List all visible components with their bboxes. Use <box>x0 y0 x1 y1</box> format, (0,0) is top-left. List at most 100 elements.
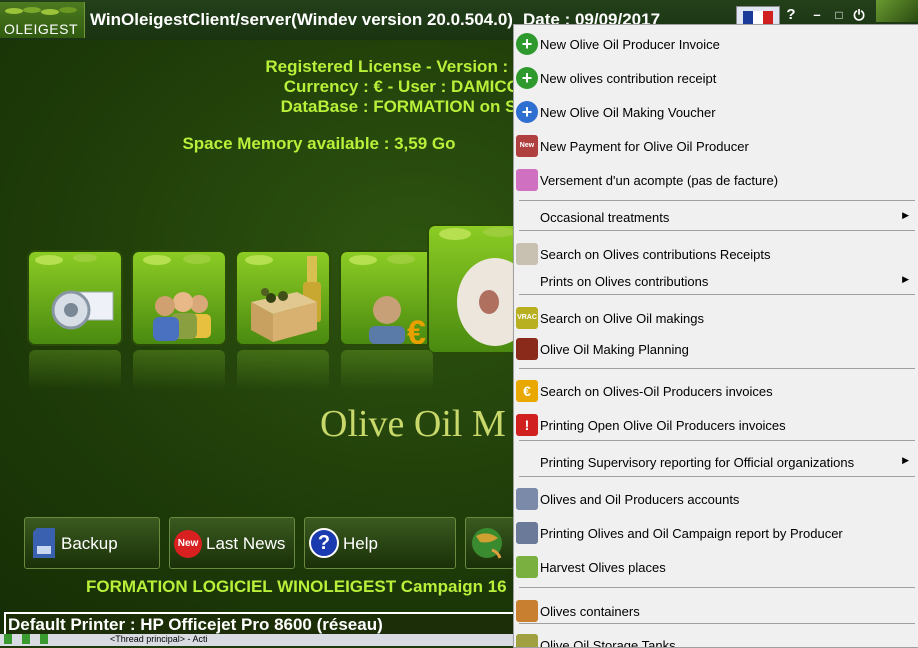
crate-icon <box>516 600 538 622</box>
settings-tile[interactable] <box>29 252 121 344</box>
menu-item-label: Versement d'un acompte (pas de facture) <box>540 173 779 188</box>
menu-item[interactable]: Olive Oil Storage Tanks <box>514 630 917 648</box>
olive-tree-icon <box>516 556 538 578</box>
context-menu: + New Olive Oil Producer Invoice + New oliv… <box>513 24 918 648</box>
menu-item[interactable]: Printing Supervisory reporting for Offic… <box>514 447 917 477</box>
menu-item-label: Printing Olives and Oil Campaign report … <box>540 526 843 541</box>
globe-button[interactable] <box>465 517 514 569</box>
new-badge-icon: New <box>516 135 538 157</box>
menu-separator <box>519 587 915 588</box>
menu-item-label: Printing Open Olive Oil Producers invoic… <box>540 418 786 433</box>
users-group-icon <box>143 254 211 341</box>
menu-item-label: New Olive Oil Making Voucher <box>540 105 716 120</box>
menu-item[interactable]: Versement d'un acompte (pas de facture) <box>514 165 917 195</box>
svg-text:€: € <box>407 314 426 344</box>
backup-label: Backup <box>61 534 118 553</box>
minimize-button[interactable]: – <box>808 5 826 25</box>
menu-item[interactable]: Olives and Oil Producers accounts <box>514 484 917 514</box>
menu-item[interactable]: Olive Oil Making Planning <box>514 334 917 364</box>
menu-icon-badge: ! <box>524 417 530 433</box>
menu-item-label: Harvest Olives places <box>540 560 666 575</box>
logo-text: OLEIGEST <box>4 21 79 37</box>
campaign-text: FORMATION LOGICIEL WINOLEIGEST Campaign … <box>86 577 507 596</box>
vrac-can-icon: VRAC <box>516 307 538 329</box>
taskbar-icon <box>4 634 12 644</box>
menu-separator <box>519 200 915 201</box>
plus-green-icon: + <box>516 67 538 89</box>
globe-phone-icon <box>472 528 502 559</box>
menu-item-label: Olives containers <box>540 604 640 619</box>
plus-green-icon: + <box>516 33 538 55</box>
menu-separator <box>519 368 915 369</box>
menu-item-label: Olive Oil Storage Tanks <box>540 638 676 648</box>
menu-icon-badge: New <box>519 142 535 149</box>
oleigest-logo: OLEIGEST <box>0 2 85 38</box>
payment-pink-icon <box>516 169 538 191</box>
last-news-button[interactable]: New Last News <box>169 517 295 569</box>
submenu-arrow-icon: ▶ <box>902 455 909 465</box>
menu-item[interactable]: + New olives contribution receipt <box>514 63 917 93</box>
producer-accounts-tile[interactable]: € <box>341 252 433 344</box>
sd-card-icon <box>33 528 55 558</box>
help-label: Help <box>343 534 378 553</box>
help-button[interactable]: ? Help <box>304 517 456 569</box>
menu-item[interactable]: + New Olive Oil Making Voucher <box>514 97 917 127</box>
paste-roll-icon <box>516 243 538 265</box>
power-icon[interactable]: ⏻ <box>850 5 868 25</box>
last-news-label: Last News <box>206 534 286 553</box>
olive-leaves-icon <box>5 7 77 15</box>
olives-tile[interactable] <box>237 252 329 344</box>
user-euro-icon: € <box>349 254 426 344</box>
taskbar-icon <box>22 634 30 644</box>
olive-crate-icon <box>245 255 321 342</box>
menu-item-label: Prints on Olives contributions <box>540 274 709 289</box>
user-account-icon <box>516 488 538 510</box>
menu-item-label: New Payment for Olive Oil Producer <box>540 139 749 154</box>
menu-item-label: Search on Olives contributions Receipts <box>540 247 771 262</box>
plus-blue-icon: + <box>516 101 538 123</box>
menu-item[interactable]: Prints on Olives contributions ▶ <box>514 266 917 296</box>
menu-item-label: Olive Oil Making Planning <box>540 342 689 357</box>
menu-item-label: New olives contribution receipt <box>540 71 717 86</box>
submenu-arrow-icon: ▶ <box>902 210 909 220</box>
taskbar: <Thread principal> - Acti <box>0 634 514 646</box>
tile-reflection <box>29 350 121 390</box>
menu-item[interactable]: Search on Olives contributions Receipts <box>514 239 917 269</box>
help-icon[interactable]: ? <box>782 5 800 25</box>
users-tile[interactable] <box>133 252 225 344</box>
restore-button[interactable]: □ <box>830 5 848 25</box>
tile-reflection <box>133 350 225 390</box>
new-badge-icon: New <box>174 530 202 558</box>
tile-reflection <box>341 350 433 390</box>
taskbar-icon <box>40 634 48 644</box>
menu-item[interactable]: + New Olive Oil Producer Invoice <box>514 29 917 59</box>
tile-reflection <box>237 350 329 390</box>
menu-item[interactable]: Olives containers <box>514 596 917 626</box>
euro-icon: € <box>516 380 538 402</box>
menu-item[interactable]: € Search on Olives-Oil Producers invoices <box>514 376 917 406</box>
app-title: WinOleigestClient/server(Windev version … <box>90 10 513 29</box>
menu-item-label: Search on Olive Oil makings <box>540 311 705 326</box>
users-report-icon <box>516 522 538 544</box>
menu-item[interactable]: Harvest Olives places <box>514 552 917 582</box>
menu-separator <box>519 440 915 441</box>
menu-icon-badge: VRAC <box>517 314 537 321</box>
menu-item[interactable]: VRAC Search on Olive Oil makings <box>514 303 917 333</box>
planning-book-icon <box>516 338 538 360</box>
menu-item-label: Occasional treatments <box>540 210 670 225</box>
menu-item[interactable]: Occasional treatments ▶ <box>514 202 917 232</box>
big-title: Olive Oil M <box>320 403 506 445</box>
alert-red-icon: ! <box>516 414 538 436</box>
gear-settings-icon <box>35 254 114 330</box>
backup-button[interactable]: Backup <box>24 517 160 569</box>
submenu-arrow-icon: ▶ <box>902 274 909 284</box>
taskbar-thread-text: <Thread principal> - Acti <box>110 634 208 644</box>
menu-item-label: Printing Supervisory reporting for Offic… <box>540 455 855 470</box>
menu-item[interactable]: New New Payment for Olive Oil Producer <box>514 131 917 161</box>
menu-item[interactable]: ! Printing Open Olive Oil Producers invoi… <box>514 410 917 440</box>
menu-item[interactable]: Printing Olives and Oil Campaign report … <box>514 518 917 548</box>
corner-leaves-icon <box>876 0 918 22</box>
menu-icon-badge: € <box>523 383 531 399</box>
menu-item-label: Search on Olives-Oil Producers invoices <box>540 384 773 399</box>
menu-item-label: New Olive Oil Producer Invoice <box>540 37 720 52</box>
